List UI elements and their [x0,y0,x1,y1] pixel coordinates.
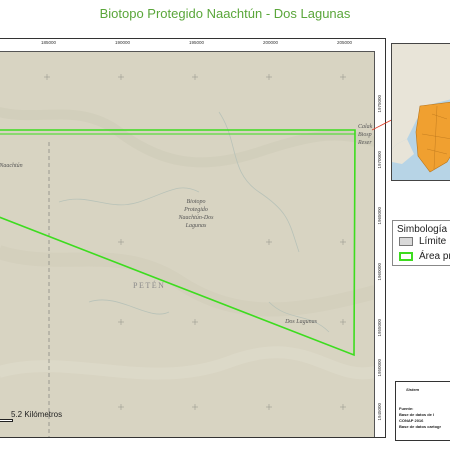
info-source-line: CONAP 2016 [399,418,424,423]
legend-title: Simbología [397,224,448,235]
legend-swatch-area [399,252,413,261]
info-title: Sistem [406,387,420,392]
locator-pointer [371,89,450,131]
inset-map-svg [392,44,450,180]
info-box: Sistem Fuente: Base de datos de l CONAP … [395,381,450,441]
legend-swatch-limite [399,237,413,246]
info-source-label: Fuente: [399,406,414,411]
location-inset-map[interactable] [391,43,450,181]
legend: Simbología Límite Área pr [392,220,450,266]
legend-item-area: Área pr [419,251,450,262]
info-source-line: Base de datos cartogr [399,424,442,429]
info-source-line: Base de datos de l [399,412,435,417]
legend-item-limite: Límite [419,236,447,247]
